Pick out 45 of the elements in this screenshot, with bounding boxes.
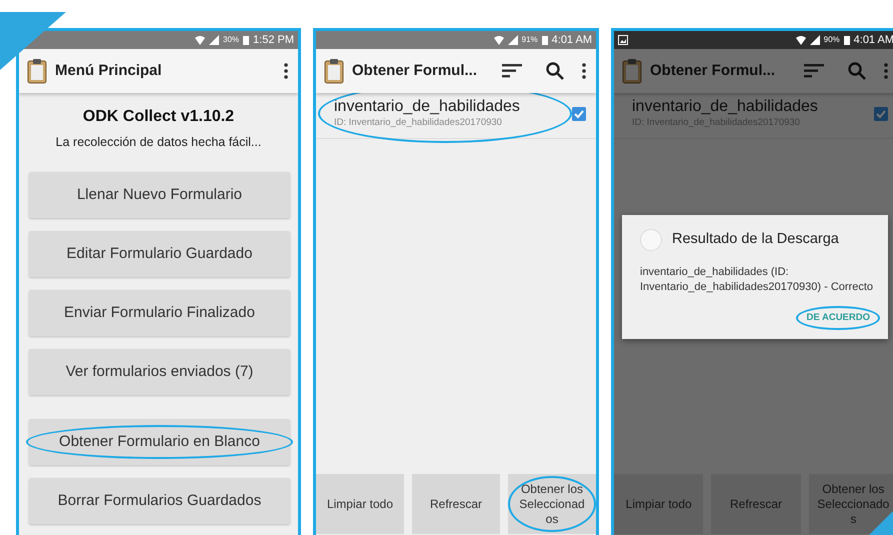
- battery-percent: 91%: [522, 34, 538, 46]
- menu-button[interactable]: Borrar Formularios Guardados: [29, 478, 290, 524]
- wifi-icon: [195, 35, 206, 45]
- dialog-title: Resultado de la Descarga: [672, 230, 839, 250]
- clipboard-icon: [27, 58, 47, 84]
- search-icon[interactable]: [546, 62, 564, 80]
- battery-icon: [243, 35, 250, 45]
- status-time: 1:52 PM: [253, 32, 294, 48]
- menu-button[interactable]: Llenar Nuevo Formulario: [29, 172, 290, 218]
- status-time: 4:01 AM: [552, 32, 592, 48]
- menu-button[interactable]: Obtener Formulario en Blanco: [29, 418, 290, 465]
- menu-icon[interactable]: [582, 63, 586, 79]
- checked-checkbox-icon[interactable]: [874, 106, 888, 121]
- status-time: 4:01 AM: [854, 32, 893, 48]
- battery-icon: [542, 35, 548, 45]
- clipboard-icon: [622, 58, 642, 84]
- tagline: La recolección de datos hecha fácil...: [54, 134, 262, 151]
- bottom-button[interactable]: Obtener los Seleccionados: [508, 474, 596, 534]
- dialog-message: inventario_de_habilidades (ID: Inventario_de_habilidades20170930) - Correcto: [640, 265, 874, 295]
- wifi-icon: [494, 35, 504, 45]
- menu-button[interactable]: Editar Formulario Guardado: [29, 230, 290, 277]
- form-id: ID: Inventario_de_habilidades20170930: [334, 116, 503, 130]
- signal-icon: [508, 35, 518, 45]
- battery-icon: [844, 35, 850, 45]
- bottom-button[interactable]: Refrescar: [412, 474, 500, 534]
- battery-percent: 90%: [824, 34, 840, 46]
- wifi-icon: [796, 35, 806, 45]
- clipboard-icon: [324, 58, 344, 84]
- signal-icon: [810, 35, 820, 45]
- corner-triangle: [869, 511, 893, 535]
- checked-checkbox-icon[interactable]: [572, 106, 586, 121]
- menu-icon[interactable]: [284, 63, 288, 79]
- toolbar-title: Menú Principal: [55, 60, 162, 81]
- form-name[interactable]: inventario_de_habilidades: [632, 97, 874, 116]
- sort-icon[interactable]: [502, 64, 522, 78]
- signal-icon: [209, 35, 220, 45]
- menu-button[interactable]: Enviar Formulario Finalizado: [29, 290, 290, 336]
- toolbar-title: Obtener Formul...: [650, 60, 776, 81]
- toolbar-title: Obtener Formul...: [352, 60, 478, 81]
- circle-icon: [640, 229, 662, 251]
- menu-button[interactable]: Ver formularios enviados (7): [29, 348, 290, 395]
- bottom-button[interactable]: Limpiar todo: [316, 474, 404, 534]
- battery-percent: 30%: [223, 34, 240, 46]
- form-name[interactable]: inventario_de_habilidades: [334, 97, 572, 116]
- app-title: ODK Collect v1.10.2: [82, 107, 236, 127]
